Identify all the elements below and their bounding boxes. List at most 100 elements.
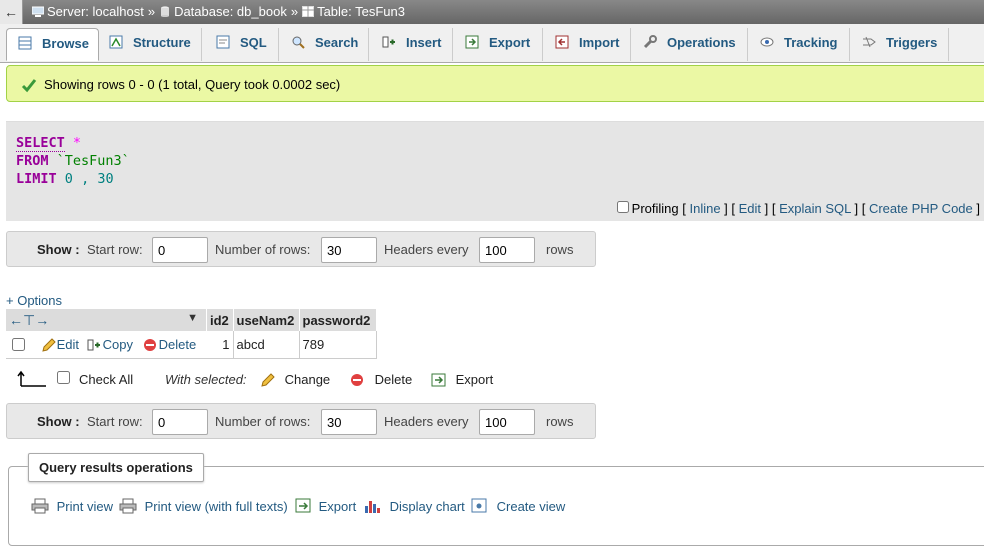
tab-browse[interactable]: Browse [6, 28, 99, 61]
printer-icon [119, 498, 137, 514]
server-icon [32, 6, 44, 17]
show-label: Show : [37, 414, 80, 429]
cell-id2[interactable]: 1 [206, 331, 234, 359]
row-actions: Edit Copy Delete [6, 331, 207, 359]
structure-icon [109, 35, 123, 49]
breadcrumb: ← Server: localhost» Database: db_book» Ta… [0, 0, 984, 24]
row-delete-link[interactable]: Delete [159, 337, 197, 352]
import-icon [555, 35, 569, 49]
create-php-link[interactable]: Create PHP Code [869, 201, 973, 216]
navigation-bar-bottom: Show : Start row: Number of rows: Header… [6, 403, 596, 439]
row-edit-link[interactable]: Edit [57, 337, 79, 352]
profiling-checkbox[interactable] [616, 201, 629, 213]
results-table-wrapper: ←⊤→ ▼ id2 useNam2 password2 Edit Copy De… [6, 309, 377, 359]
printer-icon [31, 498, 49, 514]
rows-label: rows [546, 242, 574, 257]
number-of-rows-label: Number of rows: [215, 242, 311, 257]
headers-every-input[interactable] [479, 409, 535, 435]
tab-tracking[interactable]: Tracking [749, 28, 850, 61]
rows-label: rows [546, 414, 574, 429]
sql-select-keyword[interactable]: SELECT [16, 135, 65, 152]
row-checkbox[interactable] [12, 338, 25, 351]
table-icon [302, 6, 315, 17]
breadcrumb-separator: » [147, 4, 156, 19]
wrench-icon [643, 35, 657, 49]
explain-sql-link[interactable]: Explain SQL [779, 201, 851, 216]
print-view-link[interactable]: Print view [31, 498, 113, 514]
breadcrumb-table[interactable]: Table: TesFun3 [317, 4, 405, 19]
export-results-link[interactable]: Export [295, 498, 356, 514]
inline-link[interactable]: Inline [689, 201, 720, 216]
breadcrumb-server[interactable]: Server: localhost [47, 4, 144, 19]
view-icon [471, 498, 487, 513]
headers-every-label: Headers every [384, 414, 469, 429]
sql-icon [216, 35, 230, 49]
print-view-full-link[interactable]: Print view (with full texts) [119, 498, 288, 514]
database-icon [161, 6, 170, 17]
arrow-up-icon [17, 370, 46, 387]
number-of-rows-label: Number of rows: [215, 414, 311, 429]
create-view-link[interactable]: Create view [471, 498, 565, 514]
sql-links: Profiling [ Inline ] [ Edit ] [ Explain … [616, 201, 980, 216]
column-header-password2[interactable]: password2 [299, 309, 377, 331]
tab-export[interactable]: Export [454, 28, 543, 61]
start-row-label: Start row: [87, 414, 143, 429]
number-of-rows-input[interactable] [321, 237, 377, 263]
row-copy-link[interactable]: Copy [103, 337, 133, 352]
tab-insert[interactable]: Insert [370, 28, 453, 61]
export-selected-button[interactable]: Export [431, 372, 493, 387]
column-arrows-icon[interactable]: ←⊤→ [9, 312, 49, 328]
options-link[interactable]: + Options [6, 293, 62, 308]
pencil-icon [261, 373, 275, 387]
column-controls-header: ←⊤→ ▼ [6, 309, 207, 331]
sql-comma: , [81, 171, 90, 187]
cell-password2[interactable]: 789 [299, 331, 377, 359]
number-of-rows-input[interactable] [321, 409, 377, 435]
delete-selected-button[interactable]: Delete [350, 372, 412, 387]
check-all-label[interactable]: Check All [79, 372, 133, 387]
headers-every-label: Headers every [384, 242, 469, 257]
tab-bar: Browse Structure SQL Search Insert Expor… [0, 24, 984, 63]
tab-search[interactable]: Search [280, 28, 369, 61]
sort-dropdown-icon[interactable]: ▼ [187, 312, 198, 324]
sql-offset: 0 [64, 171, 73, 187]
tab-operations[interactable]: Operations [632, 28, 748, 61]
tab-structure[interactable]: Structure [100, 28, 202, 61]
tab-import[interactable]: Import [544, 28, 631, 61]
change-button[interactable]: Change [260, 372, 330, 387]
show-label: Show : [37, 242, 80, 257]
sql-query-box: SELECT * FROM `TesFun3` LIMIT 0 , 30 Pro… [6, 121, 984, 221]
sql-count: 30 [97, 171, 114, 187]
check-all-checkbox[interactable] [57, 371, 70, 384]
headers-every-input[interactable] [479, 237, 535, 263]
triggers-icon [863, 36, 876, 48]
with-selected-label: With selected: [165, 372, 247, 387]
column-header-id2[interactable]: id2 [206, 309, 234, 331]
export-icon [431, 373, 446, 387]
insert-icon [382, 36, 395, 48]
query-results-operations-legend: Query results operations [28, 453, 204, 482]
sql-star: * [72, 135, 82, 151]
tab-triggers[interactable]: Triggers [851, 28, 949, 61]
bar-chart-icon [365, 501, 380, 513]
back-button[interactable]: ← [0, 0, 23, 24]
navigation-bar-top: Show : Start row: Number of rows: Header… [6, 231, 596, 267]
edit-sql-link[interactable]: Edit [739, 201, 761, 216]
profiling-label: Profiling [631, 201, 679, 216]
copy-icon [87, 339, 100, 351]
success-message: Showing rows 0 - 0 (1 total, Query took … [6, 65, 984, 102]
delete-icon [143, 339, 156, 351]
start-row-input[interactable] [152, 409, 208, 435]
breadcrumb-database[interactable]: Database: db_book [174, 4, 287, 19]
pencil-icon [41, 338, 56, 352]
browse-icon [18, 36, 32, 50]
start-row-input[interactable] [152, 237, 208, 263]
results-table: ←⊤→ ▼ id2 useNam2 password2 Edit Copy De… [6, 309, 377, 359]
column-header-usenam2[interactable]: useNam2 [233, 309, 300, 331]
cell-usenam2[interactable]: abcd [233, 331, 300, 359]
export-icon [465, 35, 479, 49]
eye-icon [760, 37, 774, 47]
tab-sql[interactable]: SQL [203, 28, 279, 61]
display-chart-link[interactable]: Display chart [364, 498, 465, 514]
table-row: Edit Copy Delete 1 abcd 789 [6, 331, 377, 359]
